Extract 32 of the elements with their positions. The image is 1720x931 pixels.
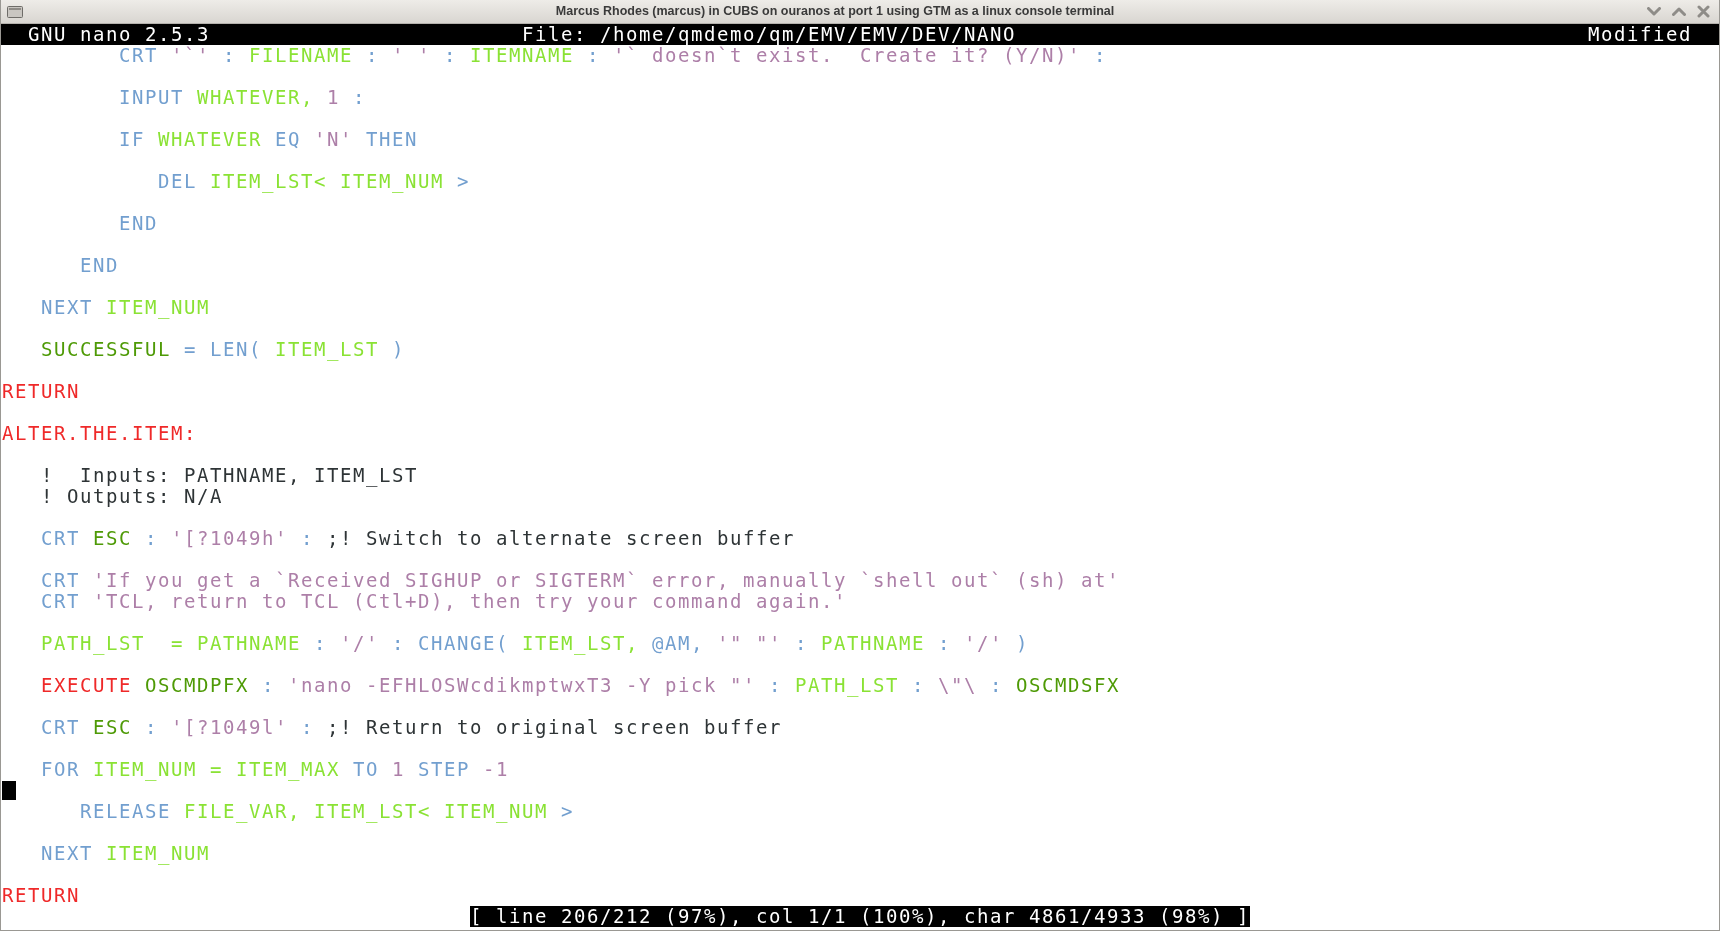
code-line: RETURN <box>2 885 80 906</box>
code-line: END <box>119 213 158 234</box>
cursor-position-status: [ line 206/212 (97%), col 1/1 (100%), char 4861/4933 (98%) ] <box>470 906 1250 927</box>
code-line: ALTER.THE.ITEM: <box>2 423 197 444</box>
code-line: ! Outputs: N/A <box>41 486 223 507</box>
window-menu-icon[interactable] <box>7 5 23 18</box>
window-title: Marcus Rhodes (marcus) in CUBS on ouranos at port 1 using GTM as a linux console terminal <box>555 3 1115 21</box>
code-line: RELEASE FILE_VAR, ITEM_LST< ITEM_NUM > <box>80 801 574 822</box>
code-line: CRT '`' : FILENAME : ' ' : ITEMNAME : '` doesn`t exist. Create it? (Y/N)' : <box>119 45 1107 66</box>
code-line: CRT ESC : '[?1049l' : ;! Return to original screen buffer <box>41 717 782 738</box>
code-line: PATH_LST = PATHNAME : '/' : CHANGE( ITEM_LST, @AM, '" "' : PATHNAME : '/' ) <box>41 633 1029 654</box>
editor-version: GNU nano 2.5.3 <box>28 24 210 45</box>
modified-indicator: Modified <box>1587 24 1692 45</box>
code-line: FOR ITEM_NUM = ITEM_MAX TO 1 STEP -1 <box>41 759 509 780</box>
close-icon[interactable] <box>1697 5 1710 18</box>
file-path: File: /home/qmdemo/qm/EMV/EMV/DEV/NANO <box>522 24 1016 45</box>
code-line: IF WHATEVER EQ 'N' THEN <box>119 129 418 150</box>
code-line: RETURN <box>2 381 80 402</box>
code-line: INPUT WHATEVER, 1 : <box>119 87 366 108</box>
code-line: END <box>80 255 119 276</box>
code-line: ! Inputs: PATHNAME, ITEM_LST <box>41 465 418 486</box>
code-line: EXECUTE OSCMDPFX : 'nano -EFHLOSWcdikmptwxT3 -Y pick "' : PATH_LST : \"\ : OSCMDSFX <box>41 675 1120 696</box>
code-line: SUCCESSFUL = LEN( ITEM_LST ) <box>41 339 405 360</box>
code-line: DEL ITEM_LST< ITEM_NUM > <box>158 171 470 192</box>
chevron-down-icon[interactable] <box>1647 7 1661 16</box>
chevron-up-icon[interactable] <box>1672 7 1686 16</box>
code-line: CRT 'TCL, return to TCL (Ctl+D), then try your command again.' <box>41 591 847 612</box>
text-cursor <box>2 781 16 800</box>
code-line: CRT ESC : '[?1049h' : ;! Switch to alternate screen buffer <box>41 528 795 549</box>
code-line: NEXT ITEM_NUM <box>41 297 210 318</box>
code-line: NEXT ITEM_NUM <box>41 843 210 864</box>
code-line: CRT 'If you get a `Received SIGHUP or SIGTERM` error, manually `shell out` (sh) at' <box>41 570 1120 591</box>
